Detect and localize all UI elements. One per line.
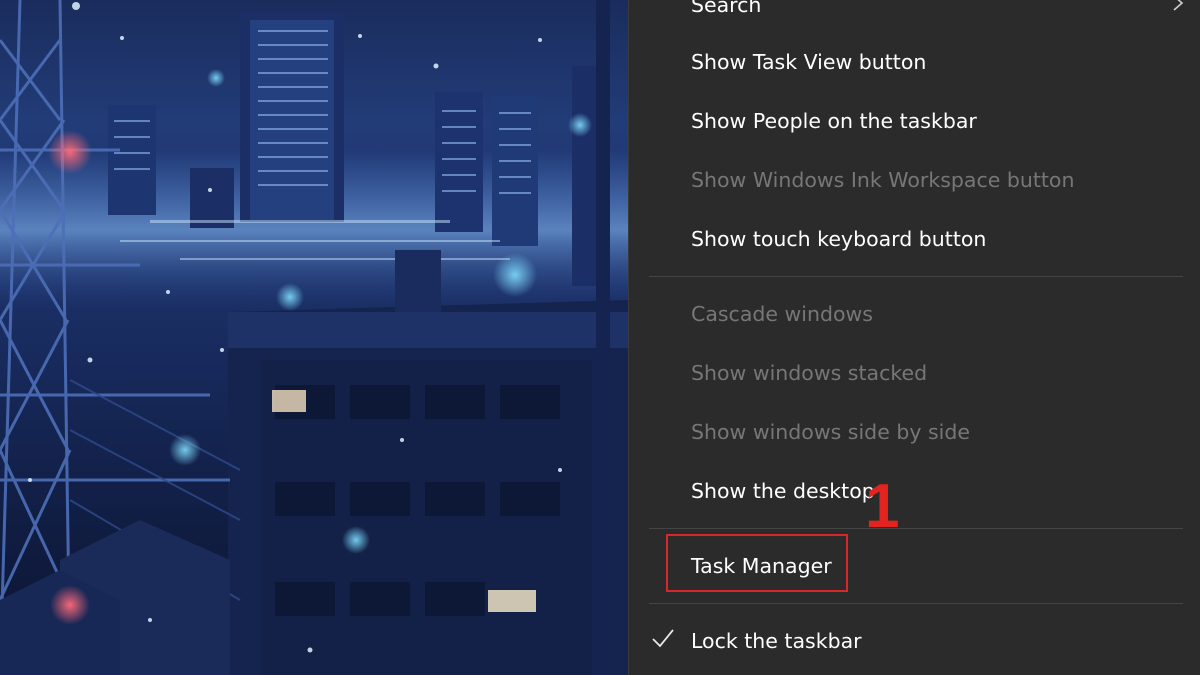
step-number-annotation: 1 [865, 472, 900, 541]
menu-separator [649, 603, 1183, 604]
menu-item-label: Show touch keyboard button [691, 227, 987, 251]
screen: Search Show Task View button Show People… [0, 0, 1200, 675]
menu-separator [649, 528, 1183, 529]
menu-item-label: Lock the taskbar [691, 629, 862, 653]
menu-item-show-windows-stacked[interactable]: Show windows stacked [691, 353, 927, 393]
menu-item-label: Show Task View button [691, 50, 927, 74]
menu-separator [649, 276, 1183, 277]
menu-item-show-people-on-taskbar[interactable]: Show People on the taskbar [691, 101, 977, 141]
desktop-wallpaper[interactable] [0, 0, 628, 675]
menu-item-show-task-view-button[interactable]: Show Task View button [691, 42, 926, 82]
menu-item-show-windows-side-by-side[interactable]: Show windows side by side [691, 412, 970, 452]
taskbar-context-menu: Search Show Task View button Show People… [628, 0, 1200, 675]
menu-item-label: Show the desktop [691, 479, 875, 503]
menu-item-label: Cascade windows [691, 302, 873, 326]
menu-item-show-the-desktop[interactable]: Show the desktop [691, 471, 875, 511]
menu-item-show-touch-keyboard-button[interactable]: Show touch keyboard button [691, 219, 986, 259]
menu-item-cascade-windows[interactable]: Cascade windows [691, 294, 873, 334]
menu-item-label: Show windows side by side [691, 420, 970, 444]
menu-item-search[interactable]: Search [691, 0, 761, 25]
wallpaper-night-city-image [0, 0, 628, 675]
checkmark-icon [652, 629, 674, 648]
menu-item-label: Show windows stacked [691, 361, 928, 385]
menu-item-show-windows-ink-workspace-button[interactable]: Show Windows Ink Workspace button [691, 160, 1074, 200]
menu-item-label: Show Windows Ink Workspace button [691, 168, 1075, 192]
chevron-right-icon [1173, 0, 1184, 11]
menu-item-label: Search [691, 0, 762, 17]
menu-item-lock-the-taskbar[interactable]: Lock the taskbar [691, 621, 862, 661]
menu-item-label: Show People on the taskbar [691, 109, 977, 133]
task-manager-highlight-box [666, 534, 848, 592]
